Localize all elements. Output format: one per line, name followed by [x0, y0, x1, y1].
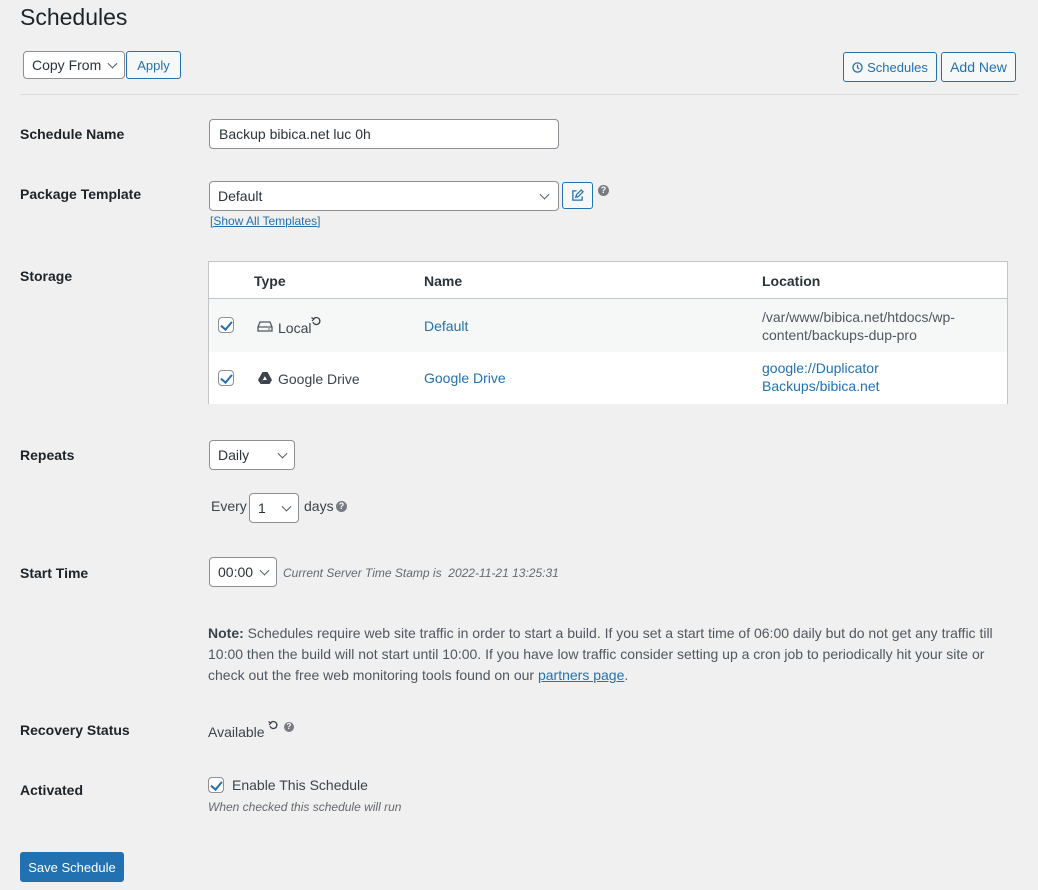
note-prefix: Note: — [208, 625, 244, 641]
chevron-down-icon — [277, 448, 288, 459]
storage-type-google-drive: Google Drive — [278, 371, 360, 387]
storage-location-google-drive-link[interactable]: google://Duplicator Backups/bibica.net — [762, 359, 880, 395]
storage-location-local: /var/www/bibica.net/htdocs/wp- content/b… — [762, 308, 955, 344]
schedules-button-label: Schedules — [867, 59, 928, 75]
storage-type-local: Local — [278, 320, 312, 336]
days-label: days — [304, 498, 334, 514]
table-row: Google Drive Google Drive google://Dupli… — [209, 352, 1007, 404]
recovery-status-value: Available — [208, 724, 265, 740]
schedule-name-input[interactable]: Backup bibica.net luc 0h — [209, 119, 559, 149]
every-days-select[interactable]: 1 — [249, 493, 299, 523]
table-row: Local Default /var/www/bibica.net/htdocs… — [209, 299, 1007, 352]
column-header-name: Name — [424, 273, 463, 289]
google-drive-icon — [258, 372, 272, 384]
show-all-templates-link[interactable]: [Show All Templates] — [210, 214, 321, 228]
copy-from-label: Copy From — [32, 57, 102, 73]
table-header: Type Name Location — [209, 262, 1007, 299]
storage-label: Storage — [20, 268, 73, 284]
activated-label: Activated — [20, 782, 84, 798]
schedules-button[interactable]: Schedules — [843, 52, 937, 82]
storage-name-default-link[interactable]: Default — [424, 317, 468, 335]
server-timestamp: Current Server Time Stamp is 2022-11-21 … — [283, 566, 559, 580]
chevron-down-icon — [259, 565, 270, 576]
chevron-down-icon — [107, 58, 118, 69]
storage-table: Type Name Location Local Default /var/ww… — [208, 261, 1008, 404]
schedule-note: Note: Schedules require web site traffic… — [208, 623, 1008, 686]
location-line: /var/www/bibica.net/htdocs/wp- — [762, 309, 955, 325]
clock-icon — [852, 61, 863, 73]
start-time-label: Start Time — [20, 565, 89, 581]
location-line: content/backups-dup-pro — [762, 327, 917, 343]
package-template-select[interactable]: Default — [209, 181, 559, 211]
column-header-type: Type — [254, 273, 286, 289]
enable-schedule-label[interactable]: Enable This Schedule — [232, 777, 368, 793]
edit-template-button[interactable] — [562, 182, 593, 209]
column-header-location: Location — [762, 273, 821, 289]
recovery-icon — [311, 316, 321, 326]
help-icon[interactable]: ? — [284, 722, 294, 732]
help-icon[interactable]: ? — [336, 501, 347, 512]
chevron-down-icon — [281, 501, 292, 512]
server-time-value: 2022-11-21 13:25:31 — [448, 566, 559, 580]
hard-drive-icon — [257, 320, 273, 332]
storage-checkbox-google-drive[interactable] — [218, 370, 234, 386]
start-time-value: 00:00 — [218, 564, 254, 580]
location-line: google://Duplicator — [762, 360, 879, 376]
every-label: Every — [211, 498, 247, 514]
recovery-icon — [268, 720, 278, 730]
edit-icon — [571, 189, 584, 202]
save-schedule-button[interactable]: Save Schedule — [20, 852, 124, 882]
package-template-label: Package Template — [20, 186, 142, 202]
storage-checkbox-local[interactable] — [218, 317, 234, 333]
repeats-label: Repeats — [20, 447, 75, 463]
chevron-down-icon — [539, 189, 550, 200]
storage-name-google-drive-link[interactable]: Google Drive — [424, 369, 506, 387]
note-suffix: . — [624, 667, 629, 683]
help-icon[interactable]: ? — [598, 185, 609, 196]
server-time-label: Current Server Time Stamp is — [283, 566, 442, 580]
apply-button[interactable]: Apply — [126, 51, 181, 79]
enable-schedule-checkbox[interactable] — [208, 777, 224, 793]
every-days-value: 1 — [258, 500, 266, 516]
schedule-name-label: Schedule Name — [20, 126, 125, 142]
divider — [20, 94, 1018, 95]
add-new-button[interactable]: Add New — [941, 52, 1016, 82]
repeats-value: Daily — [218, 447, 250, 463]
start-time-select[interactable]: 00:00 — [209, 557, 277, 587]
package-template-value: Default — [218, 188, 263, 204]
page-title: Schedules — [20, 4, 128, 30]
repeats-select[interactable]: Daily — [209, 440, 295, 470]
recovery-status-label: Recovery Status — [20, 722, 130, 738]
copy-from-select[interactable]: Copy From — [23, 51, 125, 79]
enable-schedule-hint: When checked this schedule will run — [208, 800, 402, 814]
partners-page-link[interactable]: partners page — [538, 667, 624, 683]
location-line: Backups/bibica.net — [762, 378, 880, 394]
